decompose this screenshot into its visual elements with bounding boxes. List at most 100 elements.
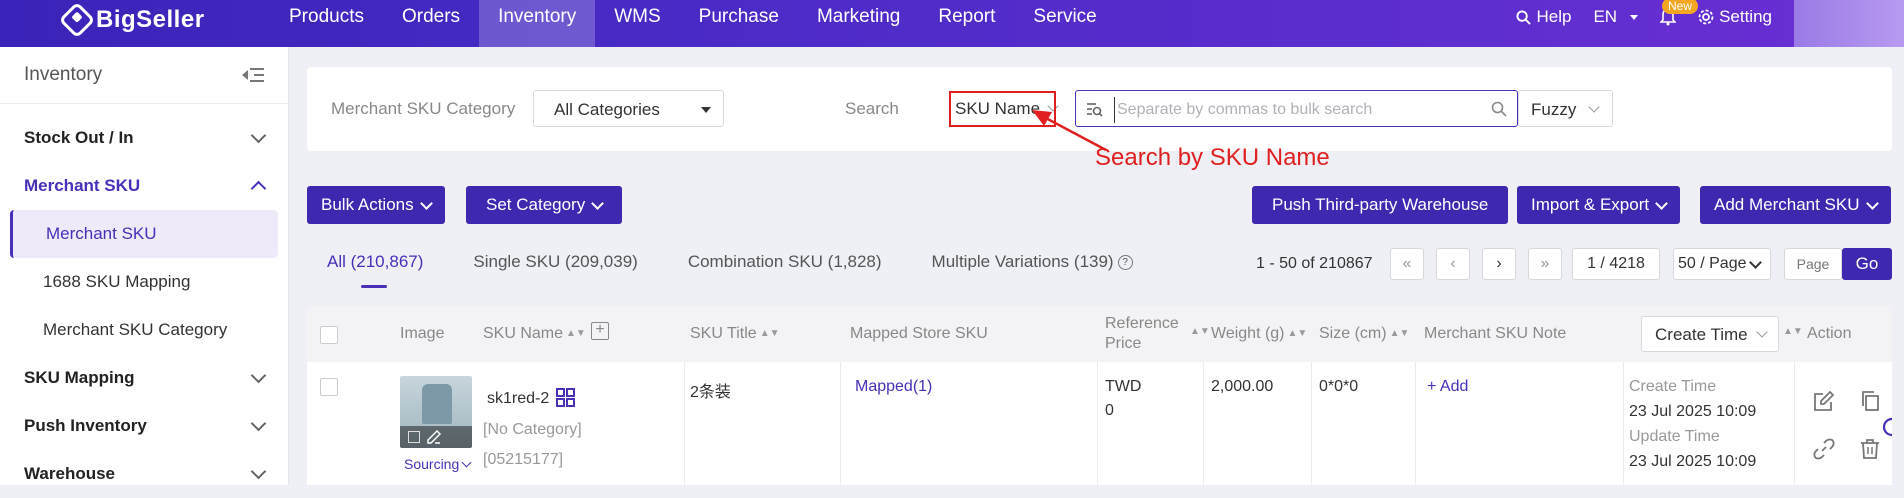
chevron-down-icon <box>1865 196 1879 210</box>
add-merchant-sku-label: Add Merchant SKU <box>1714 195 1860 214</box>
time-column-value: Create Time <box>1655 325 1748 344</box>
sidebar-group-label: SKU Mapping <box>24 368 135 387</box>
copy-icon[interactable] <box>1860 390 1880 412</box>
nav-purchase[interactable]: Purchase <box>680 0 798 47</box>
chevron-up-icon <box>250 180 267 197</box>
search-icon <box>1516 9 1532 25</box>
weight-value: 2,000.00 <box>1211 378 1274 395</box>
sidebar-group-stock-out-in[interactable]: Stock Out / In <box>0 114 288 162</box>
first-page-button[interactable]: « <box>1390 248 1424 280</box>
bulk-actions-label: Bulk Actions <box>321 195 414 214</box>
push-third-party-warehouse-button[interactable]: Push Third-party Warehouse <box>1252 186 1509 224</box>
trash-icon[interactable] <box>1860 438 1880 460</box>
header-reference-price-line1: Reference <box>1105 315 1179 332</box>
sidebar-group-label: Push Inventory <box>24 416 147 435</box>
product-thumbnail[interactable] <box>400 376 472 448</box>
nav-products[interactable]: Products <box>270 0 383 47</box>
current-page-indicator: 1 / 4218 <box>1572 248 1660 280</box>
mapped-store-sku-link[interactable]: Mapped(1) <box>855 378 932 396</box>
sort-icon[interactable]: ▲▼ <box>1783 326 1803 337</box>
header-size[interactable]: Size (cm) ▲▼ <box>1319 325 1409 343</box>
chevron-down-icon <box>250 367 267 384</box>
sku-id: [05215177] <box>483 451 564 468</box>
category-filter-label: Merchant SKU Category <box>331 99 516 118</box>
edit-icon[interactable] <box>1813 390 1835 412</box>
sidebar-group-sku-mapping[interactable]: SKU Mapping <box>0 354 288 402</box>
nav-orders[interactable]: Orders <box>383 0 479 47</box>
update-time-value: 23 Jul 2025 10:09 <box>1629 453 1757 470</box>
header-sku-name-label: SKU Name <box>483 325 564 342</box>
sourcing-link[interactable]: Sourcing <box>404 456 472 472</box>
qr-grid-icon[interactable] <box>556 388 575 407</box>
import-export-button[interactable]: Import & Export <box>1517 186 1681 224</box>
add-note-button[interactable]: + Add <box>1427 378 1468 396</box>
set-category-label: Set Category <box>486 195 586 214</box>
nav-report[interactable]: Report <box>919 0 1014 47</box>
bulk-actions-button[interactable]: Bulk Actions <box>307 186 445 224</box>
link-icon[interactable] <box>1813 438 1835 460</box>
header-sku-title[interactable]: SKU Title ▲▼ <box>690 325 779 343</box>
match-mode-select[interactable]: Fuzzy <box>1518 90 1613 127</box>
language-select[interactable]: EN <box>1593 0 1639 34</box>
sidebar-group-warehouse[interactable]: Warehouse <box>0 450 288 498</box>
next-page-button[interactable]: › <box>1482 248 1516 280</box>
help-link[interactable]: Help <box>1516 0 1571 34</box>
header-weight-label: Weight (g) <box>1211 325 1285 342</box>
header-weight[interactable]: Weight (g) ▲▼ <box>1211 325 1307 343</box>
sort-icon: ▲▼ <box>1389 328 1410 340</box>
gear-icon <box>1698 9 1714 25</box>
set-category-button[interactable]: Set Category <box>466 186 623 224</box>
prev-page-button[interactable]: ‹ <box>1436 248 1470 280</box>
header-reference-price-line2: Price <box>1105 335 1142 352</box>
nav-wms[interactable]: WMS <box>595 0 679 47</box>
logo-text: BigSeller <box>96 6 205 33</box>
header-mapped-store-sku: Mapped Store SKU <box>850 325 988 342</box>
caret-down-icon <box>701 107 711 113</box>
sidebar-item-1688-sku-mapping[interactable]: 1688 SKU Mapping <box>0 258 288 306</box>
floating-search-icon[interactable] <box>1881 417 1892 439</box>
tab-combination-sku[interactable]: Combination SKU (1,828) <box>688 252 882 272</box>
category-select[interactable]: All Categories <box>533 90 724 127</box>
tab-multiple-variations[interactable]: Multiple Variations (139)? <box>932 252 1133 272</box>
sku-type-tabs: All (210,867) Single SKU (209,039) Combi… <box>327 252 1183 288</box>
search-icon[interactable] <box>1491 101 1507 117</box>
column-divider <box>1623 362 1624 485</box>
nav-marketing[interactable]: Marketing <box>798 0 919 47</box>
tab-all[interactable]: All (210,867) <box>327 252 423 288</box>
add-merchant-sku-button[interactable]: Add Merchant SKU <box>1700 186 1891 224</box>
select-all-checkbox[interactable] <box>320 326 338 344</box>
last-page-button[interactable]: » <box>1528 248 1562 280</box>
sourcing-label: Sourcing <box>404 456 460 472</box>
nav-service[interactable]: Service <box>1014 0 1115 47</box>
chevron-left-icon: ‹ <box>1450 255 1456 272</box>
page-size-select[interactable]: 50 / Page <box>1673 248 1771 280</box>
page-number-input[interactable] <box>1784 248 1842 280</box>
logo[interactable]: BigSeller <box>58 1 205 39</box>
settings-link[interactable]: Setting <box>1698 0 1772 34</box>
settings-label: Setting <box>1719 7 1772 26</box>
user-avatar[interactable] <box>1794 0 1904 47</box>
tab-single-sku[interactable]: Single SKU (209,039) <box>473 252 637 272</box>
go-button[interactable]: Go <box>1842 248 1892 280</box>
page-size-value: 50 / Page <box>1678 255 1747 272</box>
edit-icon[interactable] <box>426 429 442 445</box>
sidebar-group-label: Merchant SKU <box>24 176 141 195</box>
sidebar-header: Inventory <box>0 47 288 104</box>
expand-columns-icon[interactable]: + <box>591 322 609 340</box>
sort-icon[interactable]: ▲▼ <box>1190 326 1210 337</box>
header-reference-price[interactable]: Reference Price <box>1105 314 1179 354</box>
collapse-menu-icon[interactable] <box>242 66 264 84</box>
row-checkbox[interactable] <box>320 378 338 396</box>
time-column-select[interactable]: Create Time <box>1641 316 1779 352</box>
create-time-value: 23 Jul 2025 10:09 <box>1629 403 1757 420</box>
column-divider <box>1794 362 1795 485</box>
sidebar-item-merchant-sku[interactable]: Merchant SKU <box>10 210 278 258</box>
nav-inventory[interactable]: Inventory <box>479 0 596 47</box>
question-icon[interactable]: ? <box>1117 255 1133 271</box>
chevron-down-icon <box>250 127 267 144</box>
header-sku-name[interactable]: SKU Name ▲▼ <box>483 325 586 343</box>
sidebar-group-push-inventory[interactable]: Push Inventory <box>0 402 288 450</box>
sidebar-group-merchant-sku[interactable]: Merchant SKU <box>0 162 288 210</box>
sidebar-item-merchant-sku-category[interactable]: Merchant SKU Category <box>0 306 288 354</box>
search-input[interactable] <box>1114 97 1479 123</box>
